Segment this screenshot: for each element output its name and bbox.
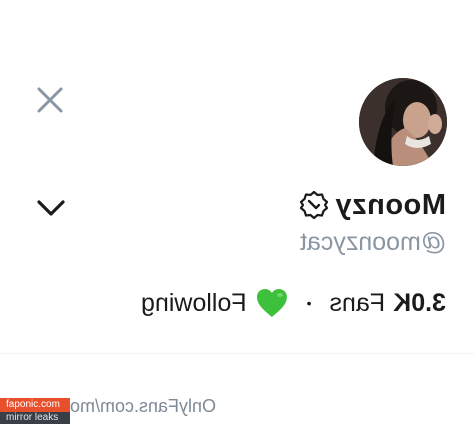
profile-url[interactable]: OnlyFans.com/mo xyxy=(70,396,216,417)
watermark-tagline: mirror leaks xyxy=(0,412,70,424)
expand-button[interactable] xyxy=(35,194,67,220)
verified-badge-icon xyxy=(299,190,329,220)
close-icon xyxy=(37,87,63,113)
following-label[interactable]: Following xyxy=(141,289,247,318)
fans-label: Fans xyxy=(329,288,386,317)
watermark-site: faponic.com xyxy=(0,398,70,412)
username-handle[interactable]: @moonzycat xyxy=(300,228,446,257)
separator-dot: • xyxy=(306,295,312,311)
section-divider xyxy=(0,353,474,354)
avatar-image xyxy=(359,78,447,166)
chevron-down-icon xyxy=(37,200,65,216)
display-name: Moonzy xyxy=(335,188,446,221)
avatar[interactable] xyxy=(359,78,447,166)
fans-count: 3.0K xyxy=(393,288,446,317)
watermark: faponic.com mirror leaks xyxy=(0,398,70,424)
name-row: Moonzy xyxy=(299,186,446,224)
stats-row: 3.0K Fans • Following xyxy=(141,283,446,323)
close-button[interactable] xyxy=(34,84,66,116)
green-heart-icon xyxy=(256,289,287,317)
